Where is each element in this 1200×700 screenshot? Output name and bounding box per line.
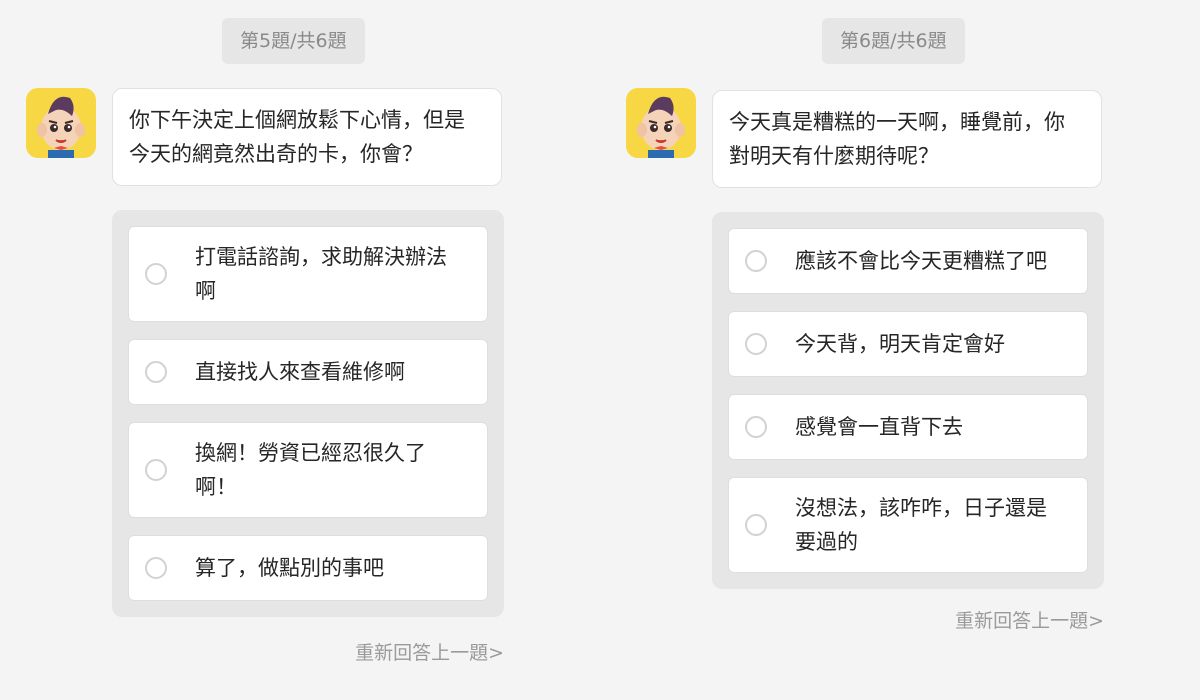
answer-option[interactable]: 換網！勞資已經忍很久了啊！ bbox=[128, 422, 488, 518]
question-panel-6: 第6題/共6題 今天真是糟糕的一天啊，睡覺前，你對明天有什麼期待呢？ 應該不會比… bbox=[600, 0, 1200, 700]
answer-option[interactable]: 應該不會比今天更糟糕了吧 bbox=[728, 228, 1088, 294]
question-prompt-text: 今天真是糟糕的一天啊，睡覺前，你對明天有什麼期待呢？ bbox=[729, 110, 1065, 168]
radio-circle-icon[interactable] bbox=[145, 263, 167, 285]
cartoon-boy-avatar-icon bbox=[26, 88, 96, 158]
radio-circle-icon[interactable] bbox=[745, 514, 767, 536]
answer-option-label: 直接找人來查看維修啊 bbox=[195, 360, 405, 384]
question-counter: 第5題/共6題 bbox=[222, 18, 365, 64]
radio-circle-icon[interactable] bbox=[145, 557, 167, 579]
answer-option[interactable]: 今天背，明天肯定會好 bbox=[728, 311, 1088, 377]
answer-option[interactable]: 打電話諮詢，求助解決辦法啊 bbox=[128, 226, 488, 322]
radio-circle-icon[interactable] bbox=[745, 250, 767, 272]
question-prompt-text: 你下午決定上個網放鬆下心情，但是今天的網竟然出奇的卡，你會？ bbox=[129, 108, 465, 166]
answer-option-label: 打電話諮詢，求助解決辦法啊 bbox=[195, 245, 447, 303]
answer-option-label: 今天背，明天肯定會好 bbox=[795, 332, 1005, 356]
answer-option[interactable]: 直接找人來查看維修啊 bbox=[128, 339, 488, 405]
radio-circle-icon[interactable] bbox=[145, 361, 167, 383]
question-counter: 第6題/共6題 bbox=[822, 18, 965, 64]
radio-circle-icon[interactable] bbox=[745, 333, 767, 355]
radio-circle-icon[interactable] bbox=[745, 416, 767, 438]
question-prompt-bubble: 今天真是糟糕的一天啊，睡覺前，你對明天有什麼期待呢？ bbox=[712, 90, 1102, 188]
redo-previous-link[interactable]: 重新回答上一題> bbox=[0, 638, 504, 665]
radio-circle-icon[interactable] bbox=[145, 459, 167, 481]
answer-options-list: 打電話諮詢，求助解決辦法啊 直接找人來查看維修啊 換網！勞資已經忍很久了啊！ 算… bbox=[112, 210, 504, 617]
question-panel-5: 第5題/共6題 你下午決定上個網放鬆下心情，但是今天的網竟然出奇的卡，你會？ 打… bbox=[0, 0, 600, 700]
answer-option-label: 沒想法，該咋咋，日子還是要過的 bbox=[795, 496, 1047, 554]
answer-option[interactable]: 感覺會一直背下去 bbox=[728, 394, 1088, 460]
answer-option-label: 算了，做點別的事吧 bbox=[195, 556, 384, 580]
question-prompt-bubble: 你下午決定上個網放鬆下心情，但是今天的網竟然出奇的卡，你會？ bbox=[112, 88, 502, 186]
answer-option-label: 應該不會比今天更糟糕了吧 bbox=[795, 249, 1047, 273]
answer-option[interactable]: 算了，做點別的事吧 bbox=[128, 535, 488, 601]
answer-option-label: 換網！勞資已經忍很久了啊！ bbox=[195, 441, 426, 499]
redo-previous-link[interactable]: 重新回答上一題> bbox=[600, 606, 1104, 633]
answer-options-list: 應該不會比今天更糟糕了吧 今天背，明天肯定會好 感覺會一直背下去 沒想法，該咋咋… bbox=[712, 212, 1104, 589]
answer-option[interactable]: 沒想法，該咋咋，日子還是要過的 bbox=[728, 477, 1088, 573]
answer-option-label: 感覺會一直背下去 bbox=[795, 415, 963, 439]
cartoon-boy-avatar-icon bbox=[626, 88, 696, 158]
